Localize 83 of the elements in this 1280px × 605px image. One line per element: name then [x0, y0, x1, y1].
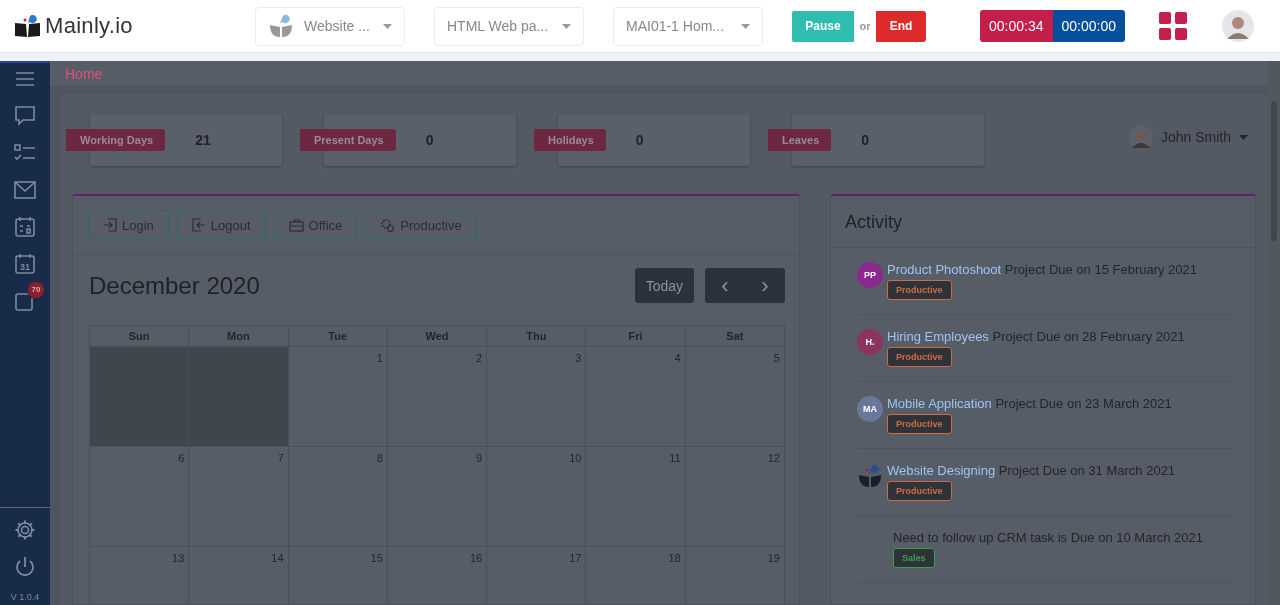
apps-grid-icon[interactable] [1159, 12, 1187, 40]
breadcrumb-link[interactable]: Home [65, 65, 103, 82]
day-cell[interactable] [189, 347, 289, 447]
caret-icon [741, 23, 750, 29]
project-link[interactable]: Mobile Application [887, 396, 992, 411]
briefcase-icon [288, 218, 304, 232]
day-cell[interactable]: 6 [90, 447, 190, 547]
day-cell[interactable]: 15 [288, 547, 388, 605]
project-link[interactable]: Product Photoshoot [887, 262, 1002, 277]
project-dropdown[interactable]: Website ... [255, 6, 405, 46]
power-icon[interactable] [14, 555, 36, 578]
mail-icon[interactable] [14, 180, 36, 199]
brand-name: Mainly.io [45, 13, 133, 39]
avatar-icon[interactable] [1222, 10, 1254, 42]
logo-icon [14, 15, 42, 39]
stat-value: 21 [195, 132, 211, 148]
settings-icon[interactable] [14, 518, 36, 541]
caret-icon [1239, 134, 1248, 140]
day-cell[interactable]: 18 [586, 547, 686, 605]
activity-text: Product Photoshoot Project Due on 15 February 2021 [887, 262, 1198, 277]
initials-avatar: MA [857, 396, 883, 422]
weekday-header: Sat [685, 326, 785, 347]
caret-icon [562, 23, 571, 29]
day-cell[interactable]: 12 [685, 447, 785, 547]
project-logo-icon [268, 13, 294, 39]
stat-value: 0 [635, 132, 644, 148]
month-title: December 2020 [89, 271, 260, 300]
project-link[interactable]: Hiring Employees [887, 329, 989, 344]
category-tag: Sales [893, 548, 935, 568]
activity-text: Hiring Employees Project Due on 28 February 2021 [887, 329, 1185, 344]
project-dropdown[interactable]: MAI01-1 Hom... [613, 6, 763, 46]
initials-avatar: H. [857, 329, 883, 355]
next-button[interactable]: › [745, 268, 785, 303]
category-tag: Productive [887, 414, 952, 434]
caret-icon [383, 23, 392, 29]
avatar-icon [1128, 124, 1153, 150]
stat-value: 0 [425, 132, 434, 148]
day-cell[interactable]: 11 [586, 447, 686, 547]
chat-bubble-icon[interactable] [14, 104, 36, 127]
activity-text: Mobile Application Project Due on 23 March 2021 [887, 396, 1172, 411]
previous-button[interactable]: ‹ [705, 268, 745, 303]
day-cell[interactable] [90, 347, 190, 447]
notification-badge: 70 [28, 281, 44, 298]
user-menu[interactable]: John Smith [1128, 124, 1248, 150]
end-button[interactable]: End [876, 10, 926, 42]
version-label: V 1.0.4 [10, 592, 40, 602]
day-cell[interactable]: 4 [586, 347, 686, 447]
stat-label: Leaves [768, 129, 832, 151]
day-cell[interactable]: 7 [189, 447, 289, 547]
menu-icon[interactable] [15, 70, 35, 87]
day-cell[interactable]: 8 [288, 447, 388, 547]
project-logo-icon [857, 463, 883, 489]
stat-label: Present Days [300, 129, 396, 151]
category-tag: Productive [887, 481, 952, 501]
weekday-header: Thu [487, 326, 587, 347]
weekday-header: Wed [387, 326, 488, 347]
weekday-header: Fri [586, 326, 686, 347]
gears-icon [380, 217, 396, 233]
day-cell[interactable]: 13 [90, 547, 190, 605]
category-tag: Productive [887, 347, 952, 367]
project-dropdown[interactable]: HTML Web pa... [434, 6, 584, 46]
initials-avatar: PP [857, 262, 883, 288]
stat-label: Holidays [534, 129, 606, 151]
logout-icon [191, 218, 206, 232]
today-button[interactable]: Today [634, 268, 694, 303]
activity-title: Activity [831, 196, 1255, 248]
login-icon [103, 218, 117, 232]
day-cell[interactable]: 3 [487, 347, 587, 447]
day-cell[interactable]: 17 [487, 547, 587, 605]
project-link[interactable]: Website Designing [887, 463, 996, 478]
category-tag: Productive [887, 280, 952, 300]
day-cell[interactable]: 14 [189, 547, 289, 605]
stat-value: 0 [861, 132, 870, 148]
weekday-header: Tue [288, 326, 388, 347]
activity-text: Website Designing Project Due on 31 March 2021 [887, 463, 1176, 478]
pause-button[interactable]: Pause [792, 10, 854, 42]
calendar-icon[interactable] [14, 215, 36, 238]
day-cell[interactable]: 10 [487, 447, 587, 547]
timer-display: 00:00:00 [1052, 10, 1125, 42]
timer-display: 00:00:34 [980, 10, 1053, 42]
stat-label: Working Days [66, 129, 166, 151]
checklist-icon[interactable] [14, 142, 36, 163]
calendar-date-icon[interactable]: 31 [14, 252, 36, 275]
